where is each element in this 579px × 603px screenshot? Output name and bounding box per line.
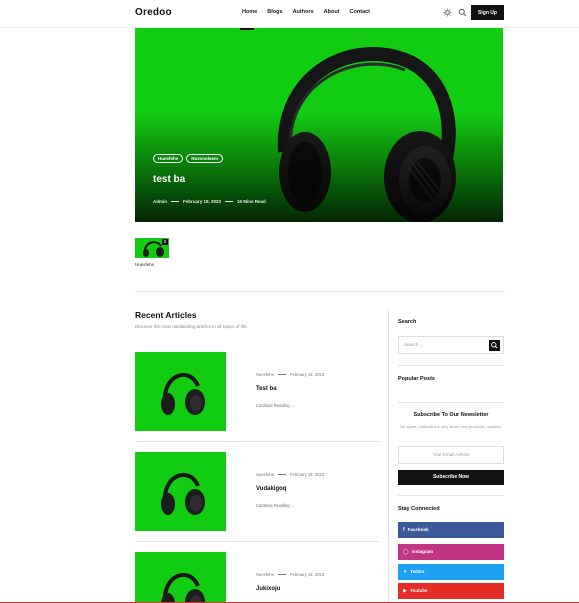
hero-author[interactable]: Admin bbox=[153, 199, 167, 204]
twitter-label: Twitter bbox=[410, 569, 425, 574]
arrow-right-icon: → bbox=[290, 403, 295, 408]
article-category[interactable]: Huesfehe bbox=[256, 372, 274, 377]
hero-tag[interactable]: Huesfehe bbox=[153, 154, 184, 163]
youtube-button[interactable]: ▶ Youtube bbox=[398, 583, 504, 599]
sidebar-separator bbox=[398, 402, 504, 403]
arrow-right-icon: → bbox=[290, 503, 295, 508]
youtube-icon: ▶ bbox=[403, 588, 407, 594]
newsletter-email-input[interactable]: Your Email Adress bbox=[398, 446, 504, 464]
article-date: February 19, 2023 bbox=[289, 572, 325, 577]
popular-posts-title: Popular Posts bbox=[398, 376, 435, 382]
theme-toggle-icon[interactable] bbox=[443, 8, 452, 17]
recent-articles-title: Recent Articles bbox=[135, 310, 197, 320]
close-icon[interactable]: x bbox=[162, 239, 168, 245]
facebook-button[interactable]: f Facebook bbox=[398, 522, 504, 538]
hero-indicator bbox=[240, 28, 254, 30]
sidebar-search-input[interactable]: Search ... bbox=[398, 336, 504, 354]
article-image[interactable] bbox=[135, 352, 226, 431]
article-date: February 19, 2023 bbox=[289, 372, 325, 377]
article-separator bbox=[135, 441, 379, 442]
nav-authors[interactable]: Authors bbox=[293, 9, 314, 15]
sidebar-separator bbox=[398, 495, 504, 496]
hero-tags: Huesfehe Nuzonolsem bbox=[153, 154, 224, 163]
continue-reading-link[interactable]: Continue Reading → bbox=[256, 503, 295, 508]
continue-reading-link[interactable]: Continue Reading → bbox=[256, 403, 295, 408]
slider-thumbnail[interactable]: x bbox=[135, 238, 169, 258]
search-icon bbox=[491, 342, 498, 349]
newsletter-title: Subscribe To Our Newsletter bbox=[413, 412, 489, 418]
signup-button[interactable]: Sign Up bbox=[471, 5, 504, 20]
site-logo[interactable]: Oredoo bbox=[135, 7, 172, 18]
meta-dash bbox=[225, 201, 234, 202]
newsletter-subtitle: No spam, notifications only about new pr… bbox=[400, 424, 502, 429]
meta-dash bbox=[171, 201, 179, 202]
article-title[interactable]: Jukixoju bbox=[256, 586, 280, 592]
meta-dash bbox=[277, 474, 286, 475]
sidebar-separator bbox=[398, 365, 504, 366]
facebook-label: Facebook bbox=[407, 527, 429, 532]
meta-dash bbox=[277, 574, 286, 575]
instagram-label: Instagram bbox=[411, 549, 434, 554]
article-category[interactable]: Huesfehe bbox=[256, 572, 274, 577]
continue-reading-label: Continue Reading bbox=[256, 503, 290, 508]
thumbnail-label: Huesfehe bbox=[135, 262, 155, 267]
article-date: February 19, 2023 bbox=[289, 472, 325, 477]
main-nav: Home Blogs Authors About Contact bbox=[242, 9, 370, 15]
top-header: Oredoo Home Blogs Authors About Contact … bbox=[0, 0, 579, 28]
article-separator bbox=[135, 541, 379, 542]
youtube-label: Youtube bbox=[409, 588, 428, 593]
continue-reading-label: Continue Reading bbox=[256, 403, 290, 408]
hero-overlay bbox=[135, 112, 503, 222]
hero-date: February 19, 2023 bbox=[183, 199, 222, 204]
facebook-icon: f bbox=[403, 527, 405, 533]
hero-meta: Admin February 19, 2023 15 Mins Read bbox=[153, 199, 266, 204]
search-icon[interactable] bbox=[458, 8, 467, 17]
article-meta: Huesfehe February 19, 2023 bbox=[256, 572, 324, 577]
nav-contact[interactable]: Contact bbox=[350, 9, 370, 15]
subscribe-button[interactable]: Subscribe Now bbox=[398, 470, 504, 485]
nav-about[interactable]: About bbox=[324, 9, 340, 15]
stay-connected-title: Stay Connected bbox=[398, 506, 440, 512]
search-placeholder: Search ... bbox=[404, 342, 424, 347]
article-image[interactable] bbox=[135, 452, 226, 531]
article-meta: Huesfehe February 19, 2023 bbox=[256, 372, 324, 377]
article-image[interactable] bbox=[135, 552, 226, 603]
twitter-icon: ✦ bbox=[403, 569, 408, 575]
instagram-button[interactable]: ◯ Instagram bbox=[398, 544, 504, 560]
hero-tag[interactable]: Nuzonolsem bbox=[186, 154, 224, 163]
hero-title[interactable]: test ba bbox=[153, 174, 185, 185]
article-title[interactable]: Test ba bbox=[256, 386, 277, 392]
article-title[interactable]: Vudakigoq bbox=[256, 486, 286, 492]
instagram-icon: ◯ bbox=[403, 549, 409, 555]
headphones-image bbox=[161, 573, 205, 603]
nav-blogs[interactable]: Blogs bbox=[267, 9, 282, 15]
article-meta: Huesfehe February 19, 2023 bbox=[256, 472, 324, 477]
twitter-button[interactable]: ✦ Twitter bbox=[398, 564, 504, 580]
search-submit-button[interactable] bbox=[489, 340, 500, 351]
article-category[interactable]: Huesfehe bbox=[256, 472, 274, 477]
headphones-image bbox=[161, 473, 205, 515]
hero-read-time: 15 Mins Read bbox=[237, 199, 266, 204]
nav-home[interactable]: Home bbox=[242, 9, 257, 15]
recent-articles-subtitle: Discover the most outstanding articles i… bbox=[135, 324, 248, 329]
sidebar-divider bbox=[388, 308, 389, 603]
meta-dash bbox=[277, 374, 286, 375]
headphones-image bbox=[161, 373, 205, 415]
section-divider bbox=[135, 291, 505, 292]
hero-banner[interactable]: Huesfehe Nuzonolsem test ba Admin Februa… bbox=[135, 28, 503, 222]
search-widget-title: Search bbox=[398, 319, 417, 325]
